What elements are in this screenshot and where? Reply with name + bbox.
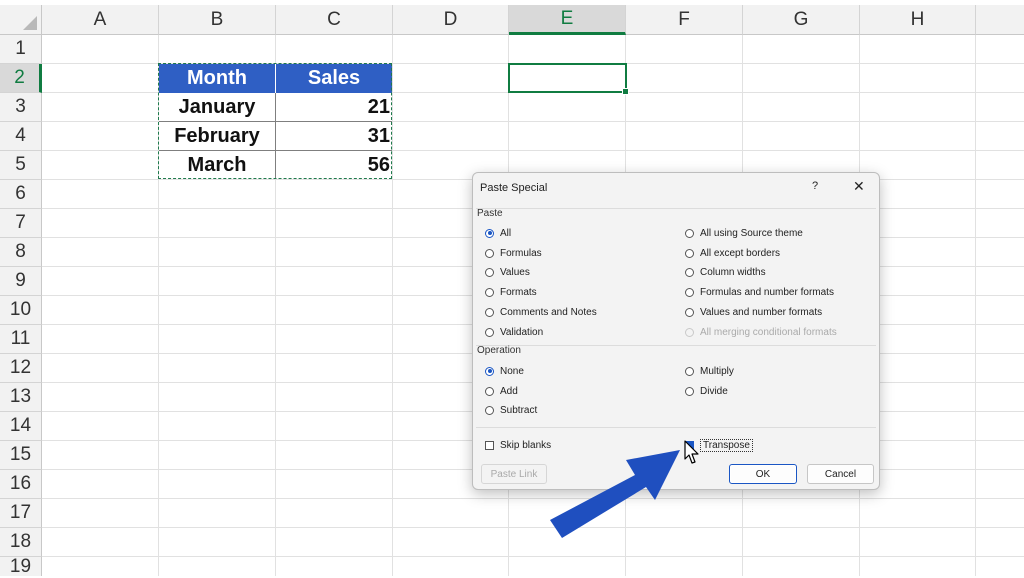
radio-icon — [685, 228, 694, 238]
checkbox-icon — [485, 440, 494, 450]
radio-icon — [485, 327, 494, 337]
radio-selected-icon — [485, 228, 494, 238]
radio-icon — [485, 267, 494, 277]
paste-option-source-theme[interactable]: All using Source theme — [685, 226, 803, 240]
option-label: All using Source theme — [700, 227, 803, 239]
operation-option-none[interactable]: None — [485, 364, 524, 378]
row-header-7[interactable]: 7 — [0, 209, 42, 238]
row-header-2[interactable]: 2 — [0, 64, 42, 93]
radio-icon — [685, 248, 694, 258]
option-label: Comments and Notes — [500, 306, 597, 318]
option-label: All except borders — [700, 247, 781, 259]
divider — [476, 345, 876, 346]
radio-icon — [685, 307, 694, 317]
option-label: Transpose — [700, 438, 753, 452]
column-header-b[interactable]: B — [159, 5, 276, 35]
radio-icon — [485, 287, 494, 297]
row-header-5[interactable]: 5 — [0, 151, 42, 180]
option-label: Multiply — [700, 365, 734, 377]
option-label: Column widths — [700, 266, 766, 278]
option-label: None — [500, 365, 524, 377]
operation-option-subtract[interactable]: Subtract — [485, 403, 537, 417]
close-icon[interactable]: ✕ — [853, 178, 865, 195]
option-label: Validation — [500, 326, 544, 338]
operation-option-multiply[interactable]: Multiply — [685, 364, 734, 378]
option-label: All merging conditional formats — [700, 326, 837, 338]
row-header-18[interactable]: 18 — [0, 528, 42, 557]
radio-icon — [685, 287, 694, 297]
column-header-e[interactable]: E — [509, 5, 626, 35]
option-label: Subtract — [500, 404, 538, 416]
paste-option-comments-notes[interactable]: Comments and Notes — [485, 305, 597, 319]
paste-option-values[interactable]: Values — [485, 265, 530, 279]
paste-option-merging-conditional: All merging conditional formats — [685, 325, 837, 339]
radio-selected-icon — [485, 366, 494, 376]
row-header-12[interactable]: 12 — [0, 354, 42, 383]
row-header-4[interactable]: 4 — [0, 122, 42, 151]
row-header-16[interactable]: 16 — [0, 470, 42, 499]
row-header-10[interactable]: 10 — [0, 296, 42, 325]
radio-icon — [485, 405, 494, 415]
column-header-next[interactable] — [976, 5, 1024, 35]
column-header-g[interactable]: G — [743, 5, 860, 35]
paste-option-validation[interactable]: Validation — [485, 325, 543, 339]
option-label: Divide — [700, 385, 728, 397]
row-header-15[interactable]: 15 — [0, 441, 42, 470]
active-cell-e2[interactable] — [508, 63, 629, 95]
option-label: Formulas — [500, 247, 542, 259]
column-header-a[interactable]: A — [42, 5, 159, 35]
operation-option-add[interactable]: Add — [485, 384, 518, 398]
option-label: All — [500, 227, 512, 239]
radio-disabled-icon — [685, 327, 694, 337]
dialog-title: Paste Special — [480, 182, 548, 194]
row-header-19[interactable]: 19 — [0, 556, 42, 577]
operation-option-divide[interactable]: Divide — [685, 384, 728, 398]
paste-option-except-borders[interactable]: All except borders — [685, 246, 780, 260]
paste-link-button[interactable]: Paste Link — [481, 464, 547, 484]
option-label: Formats — [500, 286, 537, 298]
paste-option-values-number-formats[interactable]: Values and number formats — [685, 305, 822, 319]
row-header-6[interactable]: 6 — [0, 180, 42, 209]
row-header-9[interactable]: 9 — [0, 267, 42, 296]
paste-option-formulas-number-formats[interactable]: Formulas and number formats — [685, 285, 834, 299]
radio-icon — [485, 248, 494, 258]
row-header-3[interactable]: 3 — [0, 93, 42, 122]
select-all-corner[interactable] — [0, 5, 42, 35]
column-header-c[interactable]: C — [276, 5, 393, 35]
row-header-8[interactable]: 8 — [0, 238, 42, 267]
option-label: Formulas and number formats — [700, 286, 834, 298]
paste-option-all[interactable]: All — [485, 226, 511, 240]
row-header-11[interactable]: 11 — [0, 325, 42, 354]
row-header-1[interactable]: 1 — [0, 35, 42, 64]
row-header-17[interactable]: 17 — [0, 499, 42, 528]
divider — [476, 208, 876, 209]
radio-icon — [485, 307, 494, 317]
row-header-14[interactable]: 14 — [0, 412, 42, 441]
operation-group-label: Operation — [477, 345, 521, 356]
option-label: Values and number formats — [700, 306, 823, 318]
pointer-arrow-icon — [550, 450, 680, 538]
radio-icon — [685, 267, 694, 277]
divider — [476, 427, 876, 428]
option-label: Values — [500, 266, 530, 278]
radio-icon — [485, 386, 494, 396]
column-header-f[interactable]: F — [626, 5, 743, 35]
cancel-button[interactable]: Cancel — [807, 464, 874, 484]
column-header-d[interactable]: D — [393, 5, 509, 35]
paste-group-label: Paste — [477, 208, 503, 219]
option-label: Add — [500, 385, 518, 397]
column-header-h[interactable]: H — [860, 5, 976, 35]
copy-selection-border — [158, 63, 392, 179]
radio-icon — [685, 366, 694, 376]
help-button[interactable]: ? — [812, 180, 818, 192]
paste-option-formulas[interactable]: Formulas — [485, 246, 542, 260]
row-header-13[interactable]: 13 — [0, 383, 42, 412]
mouse-cursor-icon — [684, 440, 699, 464]
radio-icon — [685, 386, 694, 396]
ok-button[interactable]: OK — [729, 464, 797, 484]
paste-option-column-widths[interactable]: Column widths — [685, 265, 766, 279]
paste-option-formats[interactable]: Formats — [485, 285, 537, 299]
